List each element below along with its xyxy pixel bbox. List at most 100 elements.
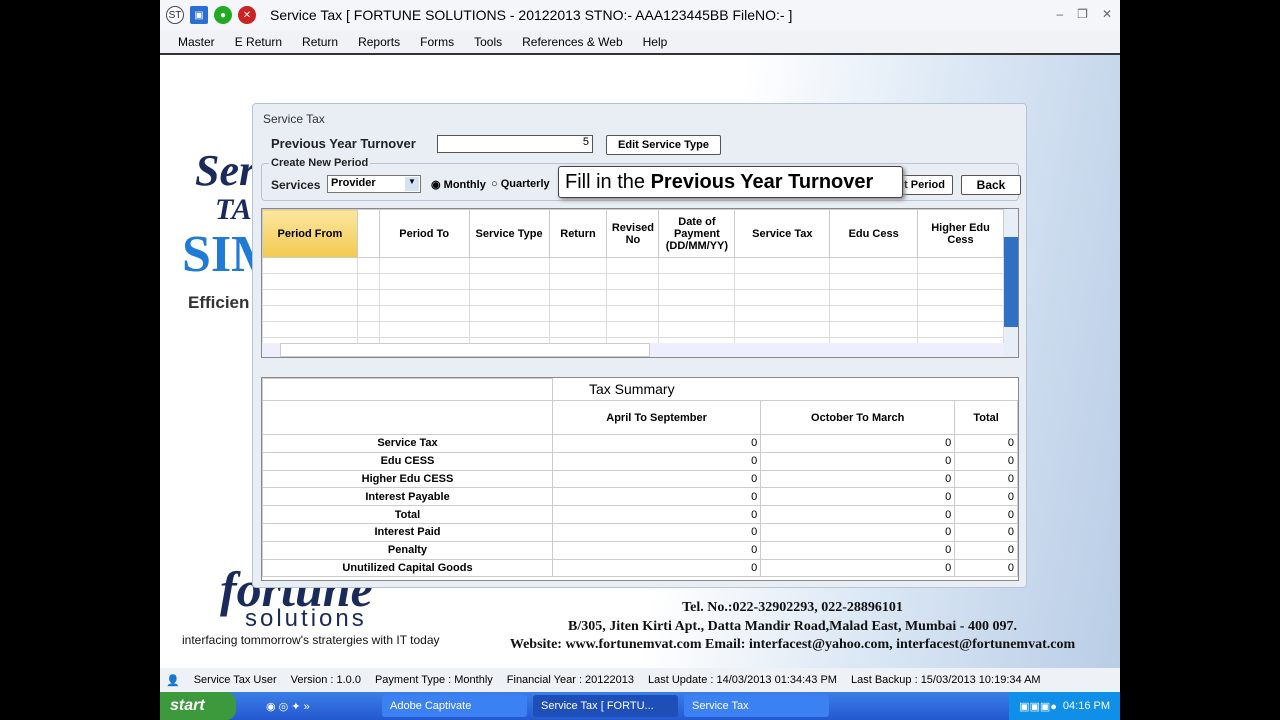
column-header[interactable]: Higher Edu Cess bbox=[917, 209, 1004, 258]
menu-reports[interactable]: Reports bbox=[358, 35, 400, 49]
menu-e-return[interactable]: E Return bbox=[235, 35, 282, 49]
grid-cell[interactable] bbox=[548, 257, 608, 274]
grid-cell[interactable] bbox=[606, 289, 660, 306]
horizontal-scrollbar[interactable] bbox=[262, 343, 1004, 357]
menu-tools[interactable]: Tools bbox=[474, 35, 502, 49]
grid-cell[interactable] bbox=[734, 289, 831, 306]
grid-cell[interactable] bbox=[829, 257, 919, 274]
grid-cell[interactable] bbox=[734, 273, 831, 290]
close-app-icon[interactable]: ✕ bbox=[238, 6, 256, 24]
column-header[interactable]: Service Type bbox=[468, 209, 550, 258]
grid-cell[interactable] bbox=[658, 257, 736, 274]
periods-grid[interactable]: Period From Period To Service Type Return Re… bbox=[261, 208, 1019, 358]
column-header[interactable]: Period From bbox=[262, 209, 358, 258]
grid-cell[interactable] bbox=[356, 273, 380, 290]
services-select[interactable]: Provider ▼ bbox=[327, 175, 421, 193]
quarterly-radio[interactable]: ○ Quarterly bbox=[491, 178, 550, 190]
grid-cell[interactable] bbox=[734, 257, 831, 274]
table-row[interactable] bbox=[262, 289, 1004, 306]
table-row[interactable] bbox=[262, 321, 1004, 338]
save-icon[interactable]: ▣ bbox=[190, 6, 208, 24]
grid-cell[interactable] bbox=[548, 305, 608, 322]
summary-value: 0 bbox=[760, 434, 956, 453]
vertical-scrollbar[interactable] bbox=[1004, 209, 1018, 357]
grid-cell[interactable] bbox=[378, 257, 470, 274]
task-service-tax[interactable]: Service Tax bbox=[684, 695, 829, 717]
grid-cell[interactable] bbox=[378, 289, 470, 306]
tooltip-callout: Fill in the Previous Year Turnover bbox=[558, 166, 903, 198]
menu-return[interactable]: Return bbox=[302, 35, 338, 49]
grid-cell[interactable] bbox=[658, 289, 736, 306]
grid-cell[interactable] bbox=[658, 321, 736, 338]
edit-service-type-button[interactable]: Edit Service Type bbox=[606, 135, 721, 155]
grid-cell[interactable] bbox=[734, 321, 831, 338]
menu-references[interactable]: References & Web bbox=[522, 35, 623, 49]
table-row[interactable] bbox=[262, 273, 1004, 290]
grid-cell[interactable] bbox=[378, 273, 470, 290]
column-header[interactable]: Return bbox=[548, 209, 608, 258]
column-header[interactable]: Revised No bbox=[606, 209, 660, 258]
grid-cell[interactable] bbox=[917, 289, 1004, 306]
chevron-down-icon[interactable]: ▼ bbox=[405, 177, 419, 191]
grid-cell[interactable] bbox=[378, 305, 470, 322]
grid-cell[interactable] bbox=[829, 305, 919, 322]
close-button[interactable]: ✕ bbox=[1102, 7, 1112, 21]
monthly-radio[interactable]: ◉ Monthly bbox=[431, 178, 486, 191]
grid-cell[interactable] bbox=[734, 305, 831, 322]
grid-cell[interactable] bbox=[829, 289, 919, 306]
company-slogan: interfacing tommorrow's stratergies with… bbox=[182, 633, 440, 647]
refresh-icon[interactable]: ● bbox=[214, 6, 232, 24]
tray-icons[interactable]: ▣▣▣● bbox=[1019, 700, 1057, 713]
grid-cell[interactable] bbox=[658, 305, 736, 322]
grid-cell[interactable] bbox=[356, 289, 380, 306]
grid-cell[interactable] bbox=[548, 321, 608, 338]
grid-cell[interactable] bbox=[468, 273, 550, 290]
grid-cell[interactable] bbox=[548, 273, 608, 290]
quick-launch-icons[interactable]: ◉ ◎ ✦ » bbox=[266, 700, 376, 713]
restore-button[interactable]: ❐ bbox=[1077, 7, 1088, 21]
status-payment-type: Payment Type : Monthly bbox=[374, 674, 493, 686]
grid-cell[interactable] bbox=[262, 305, 358, 322]
menu-help[interactable]: Help bbox=[643, 35, 668, 49]
grid-cell[interactable] bbox=[917, 305, 1004, 322]
column-header[interactable]: Edu Cess bbox=[829, 209, 919, 258]
table-row[interactable] bbox=[262, 257, 1004, 274]
task-service-tax-main[interactable]: Service Tax [ FORTU... bbox=[533, 695, 678, 717]
turnover-input[interactable]: 5 bbox=[437, 135, 593, 153]
grid-cell[interactable] bbox=[548, 289, 608, 306]
grid-cell[interactable] bbox=[468, 321, 550, 338]
column-header[interactable]: Period To bbox=[378, 209, 470, 258]
grid-cell[interactable] bbox=[606, 273, 660, 290]
column-header[interactable]: Date of Payment (DD/MM/YY) bbox=[658, 209, 736, 258]
grid-cell[interactable] bbox=[829, 273, 919, 290]
grid-cell[interactable] bbox=[917, 321, 1004, 338]
grid-cell[interactable] bbox=[606, 257, 660, 274]
summary-value: 0 bbox=[760, 469, 956, 489]
grid-cell[interactable] bbox=[917, 257, 1004, 274]
task-adobe-captivate[interactable]: Adobe Captivate bbox=[382, 695, 527, 717]
grid-cell[interactable] bbox=[606, 305, 660, 322]
grid-cell[interactable] bbox=[262, 289, 358, 306]
grid-cell[interactable] bbox=[378, 321, 470, 338]
table-row[interactable] bbox=[262, 305, 1004, 322]
grid-cell[interactable] bbox=[262, 321, 358, 338]
start-button[interactable]: start bbox=[160, 692, 236, 720]
back-button[interactable]: Back bbox=[961, 175, 1021, 195]
minimize-button[interactable]: – bbox=[1056, 7, 1063, 21]
menu-forms[interactable]: Forms bbox=[420, 35, 454, 49]
menu-master[interactable]: Master bbox=[178, 35, 215, 49]
grid-cell[interactable] bbox=[829, 321, 919, 338]
grid-cell[interactable] bbox=[356, 305, 380, 322]
grid-cell[interactable] bbox=[262, 257, 358, 274]
grid-cell[interactable] bbox=[262, 273, 358, 290]
column-header[interactable]: Service Tax bbox=[734, 209, 831, 258]
grid-cell[interactable] bbox=[917, 273, 1004, 290]
grid-cell[interactable] bbox=[356, 257, 380, 274]
grid-cell[interactable] bbox=[356, 321, 380, 338]
grid-cell[interactable] bbox=[658, 273, 736, 290]
grid-cell[interactable] bbox=[468, 257, 550, 274]
grid-cell[interactable] bbox=[606, 321, 660, 338]
grid-cell[interactable] bbox=[468, 289, 550, 306]
grid-cell[interactable] bbox=[468, 305, 550, 322]
column-header[interactable] bbox=[356, 209, 380, 258]
